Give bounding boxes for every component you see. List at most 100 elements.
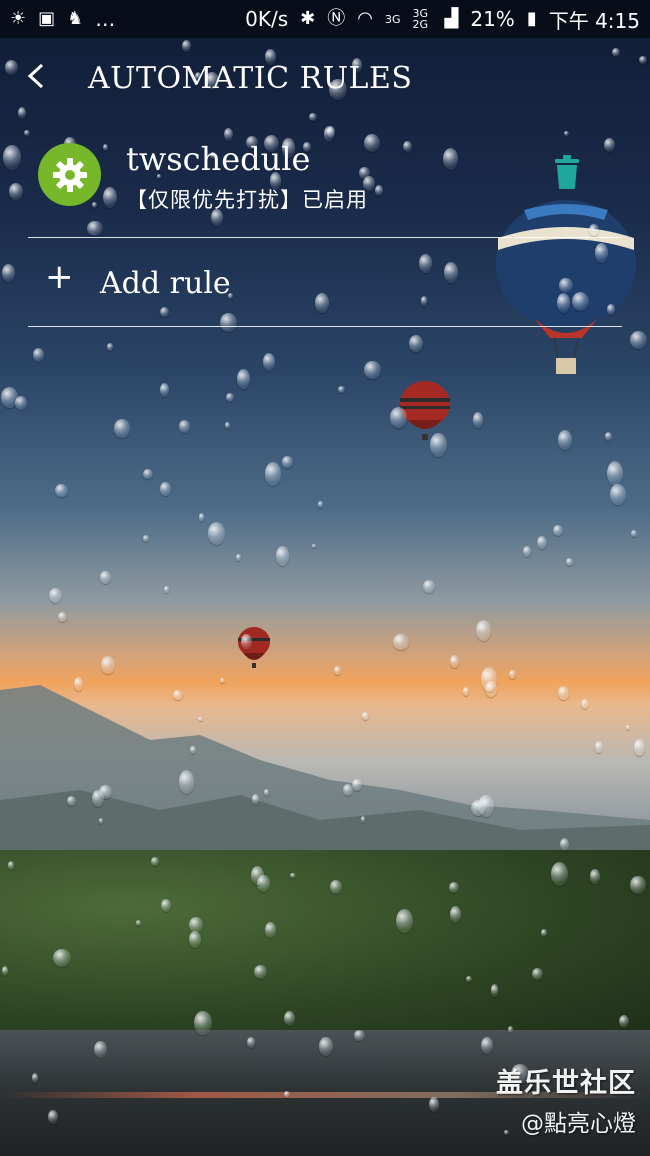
raindrop [422,580,436,594]
raindrop [1,965,9,976]
raindrop [253,965,267,979]
raindrop [450,654,460,668]
raindrop [317,501,324,508]
watermark-logo: 盖乐世社区 [496,1068,636,1099]
back-button[interactable] [26,62,86,94]
wifi-icon: ◠ [357,8,373,29]
raindrop [135,919,142,926]
raindrop [143,535,150,542]
raindrop [225,393,234,402]
raindrop [448,882,459,893]
raindrop [604,432,612,442]
raindrop [507,1025,514,1033]
raindrop [263,789,269,796]
raindrop [220,677,225,684]
rule-name: twschedule [126,140,311,178]
gear-icon [52,157,87,192]
battery-icon: ▮ [526,8,537,29]
raindrop [262,352,276,371]
raindrop [490,984,499,997]
raindrop [337,386,345,394]
raindrop [354,1030,365,1042]
hot-air-balloon-small [238,627,270,668]
status-bar: ☀ ▣ ♞ … 0K/s ✱ Ⓝ ◠ 3G 3G 2G ▟ 21% ▮ 下午 4… [0,0,650,38]
raindrop [531,967,544,981]
battery-percent: 21% [470,7,515,31]
raindrop [276,546,289,566]
raindrop [236,553,241,562]
raindrop [67,795,76,806]
bluetooth-icon: ✱ [300,8,316,29]
raindrop [509,670,516,679]
raindrop [536,535,547,549]
raindrop [352,779,363,791]
raindrop [250,865,264,885]
raindrop [98,817,104,824]
raindrop [522,546,532,558]
raindrop [393,634,409,651]
raindrop [241,633,252,650]
raindrop [590,869,600,884]
raindrop [33,347,45,362]
raindrop [107,343,114,351]
raindrop [360,816,366,823]
weather-sun-cloud-icon: ☀ [10,8,27,29]
rule-item-twschedule[interactable]: twschedule 【仅限优先打扰】已启用 [0,132,650,236]
raindrop [449,906,461,924]
raindrop [207,522,226,545]
raindrop [282,456,293,468]
raindrop [265,461,282,486]
raindrop [49,588,63,604]
raindrop [225,421,230,429]
raindrop [606,460,624,487]
plus-icon: + [45,257,74,297]
raindrop [334,666,342,675]
network-type-2: 3G 2G [412,7,429,31]
image-icon: ▣ [38,8,56,29]
raindrop [251,794,259,805]
rule-icon [38,143,101,206]
rule-status: 【仅限优先打扰】已启用 [126,188,368,212]
raindrop [626,724,631,730]
raindrop [101,656,115,674]
raindrop [633,738,646,757]
raindrop [151,857,160,866]
raindrop [178,419,191,433]
watermark: 盖乐世社区 @點亮心燈 [496,1061,636,1138]
raindrop [618,1014,630,1028]
raindrop [311,544,316,549]
raindrop [485,681,497,698]
raindrop [57,611,68,623]
raindrop [430,433,447,457]
raindrop [53,948,71,967]
raindrop [630,530,638,538]
delete-rule-button[interactable] [554,154,580,190]
raindrop [160,899,172,912]
app-header: AUTOMATIC RULES [0,38,650,118]
raindrop [630,876,646,894]
raindrop [178,770,194,794]
add-rule-label: Add rule [100,266,231,301]
page-title: AUTOMATIC RULES [88,60,413,96]
trash-icon [555,155,579,189]
network-type-1: 3G [384,12,401,26]
raindrop [189,930,201,949]
raindrop [472,411,484,428]
add-rule-button[interactable]: + Add rule [0,240,650,326]
raindrop [198,717,203,722]
raindrop [565,557,574,567]
raindrop [160,482,172,497]
raindrop [475,620,492,641]
raindrop [114,418,130,439]
raindrop [173,690,183,700]
raindrop [558,430,573,450]
overflow-indicator: … [95,7,116,31]
watermark-user: @點亮心燈 [521,1111,636,1137]
signal-icon: ▟ [444,8,459,29]
raindrop [198,513,205,522]
raindrop [73,677,84,691]
back-arrow-icon [27,63,44,89]
clock: 下午 4:15 [548,8,640,33]
raindrop [159,382,170,398]
raindrop [284,1091,290,1098]
